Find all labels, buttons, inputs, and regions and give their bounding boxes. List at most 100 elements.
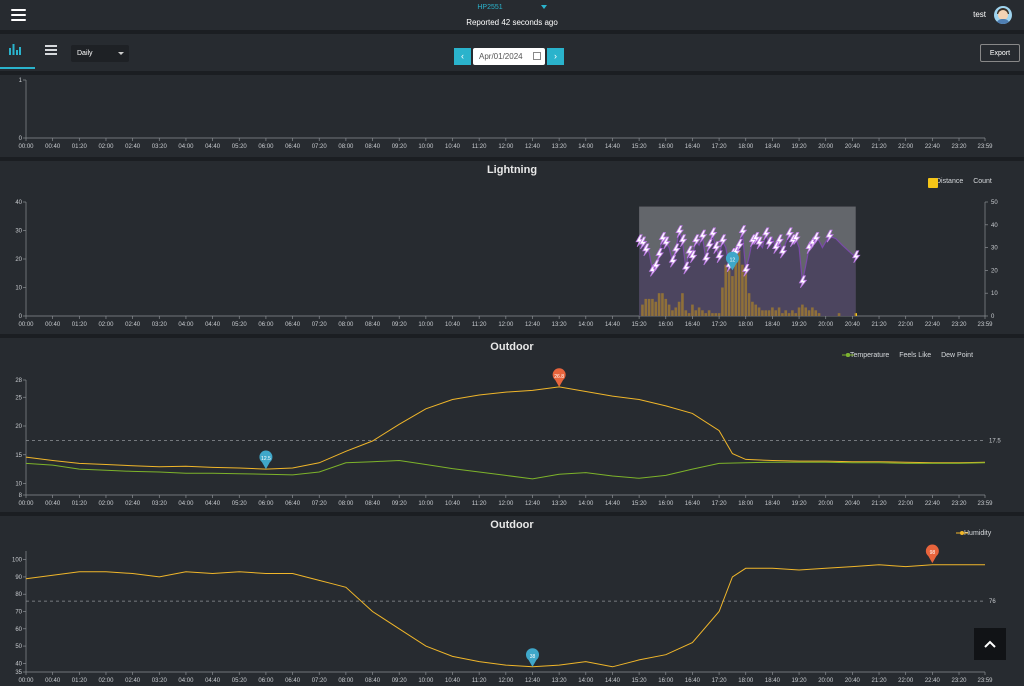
x-tick-label: 08:00	[338, 501, 354, 507]
x-tick-label: 14:40	[605, 322, 621, 328]
y-tick-label: 100	[12, 558, 23, 564]
x-tick-label: 20:40	[845, 501, 861, 507]
y-tick-label: 90	[15, 575, 22, 581]
x-tick-label: 00:40	[45, 501, 61, 507]
x-tick-label: 22:40	[925, 501, 941, 507]
x-tick-label: 07:20	[312, 144, 328, 150]
date-value: Apr/01/2024	[479, 52, 523, 61]
x-tick-label: 00:00	[18, 322, 34, 328]
y-tick-label: 60	[15, 627, 22, 633]
station-selector[interactable]: HP2551	[0, 4, 1024, 11]
user-name[interactable]: test	[973, 10, 986, 19]
x-tick-label: 16:00	[658, 678, 674, 684]
x-tick-label: 02:00	[98, 144, 114, 150]
series-line-humidity	[25, 564, 985, 668]
x-tick-label: 06:40	[285, 322, 301, 328]
x-tick-label: 10:40	[445, 144, 461, 150]
marker-label: 12.5	[261, 456, 271, 462]
calendar-icon[interactable]	[533, 52, 541, 60]
x-tick-label: 12:00	[498, 322, 514, 328]
x-tick-label: 10:00	[418, 322, 434, 328]
reference-line-label: 76	[989, 599, 996, 605]
x-tick-label: 04:40	[205, 678, 221, 684]
station-name: HP2551	[477, 4, 503, 11]
x-tick-label: 11:20	[472, 144, 487, 150]
y-tick-label: 40	[15, 661, 22, 667]
y-tick-label: 1	[19, 78, 23, 84]
x-tick-label: 01:20	[72, 678, 88, 684]
reported-status: Reported 42 seconds ago	[466, 18, 558, 27]
x-tick-label: 01:20	[72, 501, 88, 507]
y-tick-label: 15	[15, 453, 22, 459]
chart-panel-temperature: Outdoor Temperature Feels Like Dew Point…	[0, 338, 1024, 512]
x-tick-label: 06:00	[258, 144, 274, 150]
x-tick-label: 10:40	[445, 501, 461, 507]
y-tick-label: 70	[15, 610, 22, 616]
x-tick-label: 16:00	[658, 501, 674, 507]
x-tick-label: 04:00	[178, 501, 194, 507]
x-tick-label: 23:59	[977, 322, 993, 328]
x-tick-label: 12:00	[498, 501, 514, 507]
x-tick-label: 14:00	[578, 678, 594, 684]
x-tick-label: 22:00	[898, 144, 914, 150]
min-marker: 12.5	[259, 450, 273, 470]
x-tick-label: 14:00	[578, 322, 594, 328]
x-tick-label: 04:40	[205, 501, 221, 507]
x-tick-label: 20:40	[845, 322, 861, 328]
x-tick-label: 13:20	[552, 501, 568, 507]
x-tick-label: 07:20	[312, 501, 328, 507]
x-tick-label: 12:40	[525, 322, 541, 328]
period-value: Daily	[77, 50, 93, 57]
y-tick-label: 10	[15, 482, 22, 488]
tab-chart-view[interactable]	[0, 34, 35, 69]
x-tick-label: 02:40	[125, 678, 141, 684]
x-tick-label: 11:20	[472, 501, 487, 507]
y-right-tick-label: 0	[991, 314, 995, 320]
x-tick-label: 02:40	[125, 144, 141, 150]
x-tick-label: 18:40	[765, 501, 781, 507]
export-button[interactable]: Export	[980, 44, 1020, 62]
x-tick-label: 17:20	[712, 678, 728, 684]
x-tick-label: 19:20	[792, 322, 808, 328]
prev-day-button[interactable]: ‹	[454, 48, 471, 65]
x-tick-label: 02:40	[125, 501, 141, 507]
next-day-button[interactable]: ›	[547, 48, 564, 65]
list-view-icon[interactable]	[45, 45, 57, 55]
x-tick-label: 18:40	[765, 144, 781, 150]
y-tick-label: 10	[15, 286, 22, 292]
bar-chart-icon	[9, 44, 21, 55]
x-tick-label: 02:00	[98, 322, 114, 328]
x-tick-label: 20:00	[818, 678, 834, 684]
x-tick-label: 08:00	[338, 322, 354, 328]
x-tick-label: 06:00	[258, 501, 274, 507]
x-tick-label: 03:20	[152, 678, 168, 684]
avatar[interactable]	[994, 6, 1012, 24]
period-select[interactable]: Daily	[71, 45, 129, 62]
x-tick-label: 09:20	[392, 144, 408, 150]
y-tick-label: 80	[15, 592, 22, 598]
x-tick-label: 10:40	[445, 322, 461, 328]
x-tick-label: 00:00	[18, 678, 34, 684]
x-tick-label: 03:20	[152, 322, 168, 328]
x-tick-label: 01:20	[72, 144, 88, 150]
x-tick-label: 10:00	[418, 501, 434, 507]
y-tick-label: 35	[15, 670, 22, 676]
x-tick-label: 15:20	[632, 501, 648, 507]
x-tick-label: 22:40	[925, 144, 941, 150]
x-tick-label: 05:20	[232, 144, 248, 150]
x-tick-label: 22:00	[898, 678, 914, 684]
x-tick-label: 23:20	[952, 678, 968, 684]
y-tick-label: 40	[15, 200, 22, 206]
x-tick-label: 13:20	[552, 144, 568, 150]
x-tick-label: 03:20	[152, 501, 168, 507]
scroll-to-top-button[interactable]	[974, 628, 1006, 660]
x-tick-label: 14:40	[605, 678, 621, 684]
x-tick-label: 18:00	[738, 144, 754, 150]
date-input[interactable]: Apr/01/2024	[473, 48, 545, 65]
x-tick-label: 10:00	[418, 678, 434, 684]
x-tick-label: 08:00	[338, 144, 354, 150]
x-tick-label: 16:40	[685, 501, 701, 507]
x-tick-label: 12:00	[498, 144, 514, 150]
x-tick-label: 23:20	[952, 144, 968, 150]
x-tick-label: 13:20	[552, 322, 568, 328]
